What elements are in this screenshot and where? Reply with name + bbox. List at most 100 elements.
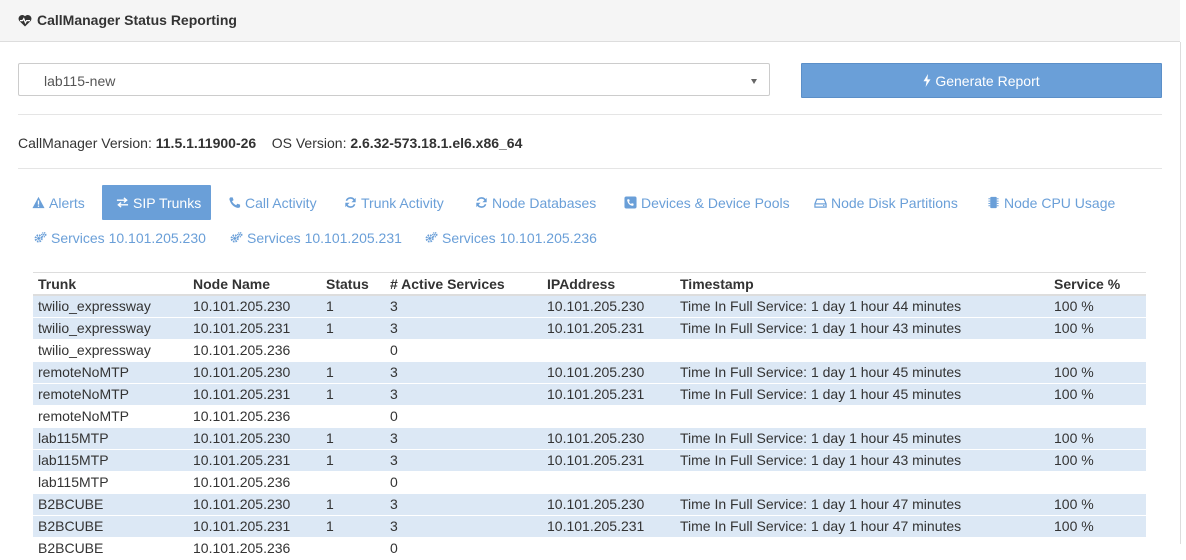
tab-node-cpu-usage[interactable]: Node CPU Usage [973,185,1129,220]
cell-timestamp [675,339,1049,362]
cell-service-pct: 100 % [1049,317,1146,340]
tab-services-230-label: Services 10.101.205.230 [51,229,206,246]
cell-trunk: lab115MTP [33,449,188,472]
cell-status: 1 [321,449,385,472]
bolt-icon [923,74,931,87]
cell-node-name: 10.101.205.236 [188,405,321,428]
cell-service-pct: 100 % [1049,295,1146,318]
col-trunk[interactable]: Trunk [33,272,188,296]
tab-services-236[interactable]: Services 10.101.205.236 [411,220,611,255]
table-row: lab115MTP 10.101.205.236 0 [33,471,1146,494]
cell-timestamp: Time In Full Service: 1 day 1 hour 43 mi… [675,317,1049,340]
cell-node-name: 10.101.205.236 [188,471,321,494]
cell-node-name: 10.101.205.230 [188,493,321,516]
col-status[interactable]: Status [321,272,385,296]
tab-node-disk-partitions-label: Node Disk Partitions [831,194,958,211]
refresh-icon [345,197,356,208]
cell-service-pct [1049,339,1146,362]
cell-service-pct: 100 % [1049,383,1146,406]
cell-node-name: 10.101.205.230 [188,427,321,450]
table-row: B2BCUBE 10.101.205.236 0 [33,537,1146,560]
cell-node-name: 10.101.205.231 [188,449,321,472]
cell-service-pct: 100 % [1049,449,1146,472]
tab-sip-trunks-label: SIP Trunks [133,194,202,211]
col-service-pct[interactable]: Service % [1049,272,1146,296]
cell-timestamp [675,405,1049,428]
table-row: twilio_expressway 10.101.205.230 1 3 10.101.… [33,295,1146,318]
cell-active-services: 3 [385,383,542,406]
table-row: twilio_expressway 10.101.205.236 0 [33,339,1146,362]
app-title-text: CallManager Status Reporting [37,12,237,28]
tab-services-231-label: Services 10.101.205.231 [247,229,402,246]
generate-report-button[interactable]: Generate Report [801,63,1162,98]
os-version-value: 2.6.32-573.18.1.el6.x86_64 [350,135,523,151]
sip-trunks-table: Trunk Node Name Status # Active Services… [33,272,1146,560]
tab-devices-device-pools[interactable]: Devices & Device Pools [610,185,804,220]
cell-active-services: 0 [385,471,542,494]
tab-call-activity[interactable]: Call Activity [214,185,331,220]
cell-timestamp [675,471,1049,494]
cell-active-services: 3 [385,317,542,340]
cell-service-pct [1049,537,1146,560]
phone-square-icon [624,196,637,209]
tab-services-230[interactable]: Services 10.101.205.230 [20,220,220,255]
table-row: lab115MTP 10.101.205.231 1 3 10.101.205.231 T… [33,449,1146,472]
col-ip-address[interactable]: IPAddress [542,272,675,296]
cell-trunk: remoteNoMTP [33,383,188,406]
cell-service-pct: 100 % [1049,361,1146,384]
cell-ip-address [542,405,675,428]
cell-status: 1 [321,427,385,450]
tab-node-databases[interactable]: Node Databases [461,185,610,220]
cell-active-services: 3 [385,361,542,384]
cell-service-pct [1049,471,1146,494]
cell-ip-address [542,471,675,494]
tab-trunk-activity[interactable]: Trunk Activity [330,185,458,220]
cell-status [321,405,385,428]
table-row: lab115MTP 10.101.205.230 1 3 10.101.205.230 T… [33,427,1146,450]
gears-icon [425,232,438,243]
heartbeat-icon [18,14,32,26]
cell-trunk: twilio_expressway [33,339,188,362]
tab-alerts[interactable]: Alerts [18,185,99,220]
caret-down-icon [751,79,757,84]
cell-timestamp [675,537,1049,560]
divider [18,168,1162,169]
app-title: CallManager Status Reporting [18,12,237,28]
cell-ip-address [542,339,675,362]
cell-ip-address: 10.101.205.231 [542,383,675,406]
cell-node-name: 10.101.205.236 [188,537,321,560]
cell-node-name: 10.101.205.231 [188,317,321,340]
cell-timestamp: Time In Full Service: 1 day 1 hour 44 mi… [675,295,1049,318]
version-info: CallManager Version: 11.5.1.11900-26 OS … [18,135,522,151]
col-node-name[interactable]: Node Name [188,272,321,296]
cell-ip-address: 10.101.205.230 [542,427,675,450]
panel-border [1180,42,1181,544]
cell-active-services: 3 [385,449,542,472]
cell-status: 1 [321,515,385,538]
cm-version-label: CallManager Version: [18,135,152,151]
cluster-select-value: lab115-new [44,73,116,89]
cluster-select[interactable]: lab115-new [18,63,770,96]
cell-timestamp: Time In Full Service: 1 day 1 hour 45 mi… [675,427,1049,450]
cell-ip-address [542,537,675,560]
cell-trunk: twilio_expressway [33,317,188,340]
cell-timestamp: Time In Full Service: 1 day 1 hour 45 mi… [675,361,1049,384]
tab-node-disk-partitions[interactable]: Node Disk Partitions [800,185,972,220]
cell-trunk: twilio_expressway [33,295,188,318]
col-active-services[interactable]: # Active Services [385,272,542,296]
cm-version-value: 11.5.1.11900-26 [155,135,257,151]
cell-timestamp: Time In Full Service: 1 day 1 hour 45 mi… [675,383,1049,406]
cell-active-services: 3 [385,515,542,538]
cell-active-services: 3 [385,427,542,450]
cell-ip-address: 10.101.205.231 [542,449,675,472]
tab-trunk-activity-label: Trunk Activity [361,194,444,211]
cell-node-name: 10.101.205.230 [188,361,321,384]
app-header: CallManager Status Reporting [0,0,1180,42]
tab-services-231[interactable]: Services 10.101.205.231 [216,220,416,255]
os-version-label: OS Version: [271,135,347,151]
cell-status [321,471,385,494]
tab-sip-trunks[interactable]: SIP Trunks [102,185,211,220]
col-timestamp[interactable]: Timestamp [675,272,1049,296]
table-row: B2BCUBE 10.101.205.230 1 3 10.101.205.230 Tim… [33,493,1146,516]
cell-ip-address: 10.101.205.230 [542,493,675,516]
